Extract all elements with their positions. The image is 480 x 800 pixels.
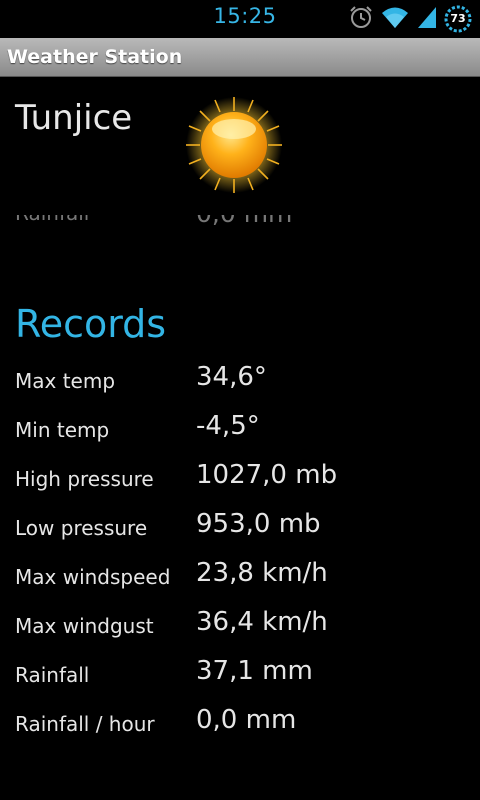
- station-name: Tunjice: [15, 98, 133, 138]
- sun-icon: [184, 95, 284, 195]
- content-scroll[interactable]: Tunjice Records Max temp 34,6° Min temp …: [0, 77, 480, 800]
- status-bar: 15:25 73: [0, 0, 480, 38]
- record-label: Rainfall: [15, 663, 90, 687]
- record-value: 953,0 mb: [196, 509, 321, 539]
- title-bar: Weather Station: [0, 38, 480, 77]
- record-value: -4,5°: [196, 411, 260, 441]
- record-row-min-temp: Min temp -4,5°: [0, 405, 480, 445]
- record-label: Max windgust: [15, 614, 154, 638]
- record-row-rainfall: Rainfall 37,1 mm: [0, 650, 480, 690]
- record-value: 0,0 mm: [196, 705, 297, 735]
- status-icons: 73: [348, 5, 472, 33]
- record-row-max-windspeed: Max windspeed 23,8 km/h: [0, 552, 480, 592]
- record-value: 34,6°: [196, 362, 267, 392]
- record-label: Max temp: [15, 369, 116, 393]
- wifi-icon: [380, 4, 410, 34]
- record-label: Min temp: [15, 418, 110, 442]
- alarm-icon: [348, 4, 374, 34]
- record-row-max-temp: Max temp 34,6°: [0, 356, 480, 396]
- record-label: High pressure: [15, 467, 154, 491]
- record-row-rainfall-hour: Rainfall / hour 0,0 mm: [0, 699, 480, 739]
- battery-level: 73: [450, 12, 466, 25]
- records-title: Records: [15, 302, 167, 346]
- record-value: 37,1 mm: [196, 656, 313, 686]
- record-row-low-pressure: Low pressure 953,0 mb: [0, 503, 480, 543]
- record-label: Low pressure: [15, 516, 148, 540]
- app-title: Weather Station: [7, 46, 183, 68]
- record-label: Max windspeed: [15, 565, 171, 589]
- partial-row: Rainfall 0,0 mm: [0, 215, 480, 237]
- partial-row-value: 0,0 mm: [196, 215, 292, 228]
- record-value: 36,4 km/h: [196, 607, 328, 637]
- record-row-high-pressure: High pressure 1027,0 mb: [0, 454, 480, 494]
- battery-icon: 73: [444, 5, 472, 33]
- record-row-max-windgust: Max windgust 36,4 km/h: [0, 601, 480, 641]
- signal-icon: [416, 4, 438, 34]
- record-value: 23,8 km/h: [196, 558, 328, 588]
- record-label: Rainfall / hour: [15, 712, 155, 736]
- partial-row-label: Rainfall: [15, 215, 89, 225]
- record-value: 1027,0 mb: [196, 460, 338, 490]
